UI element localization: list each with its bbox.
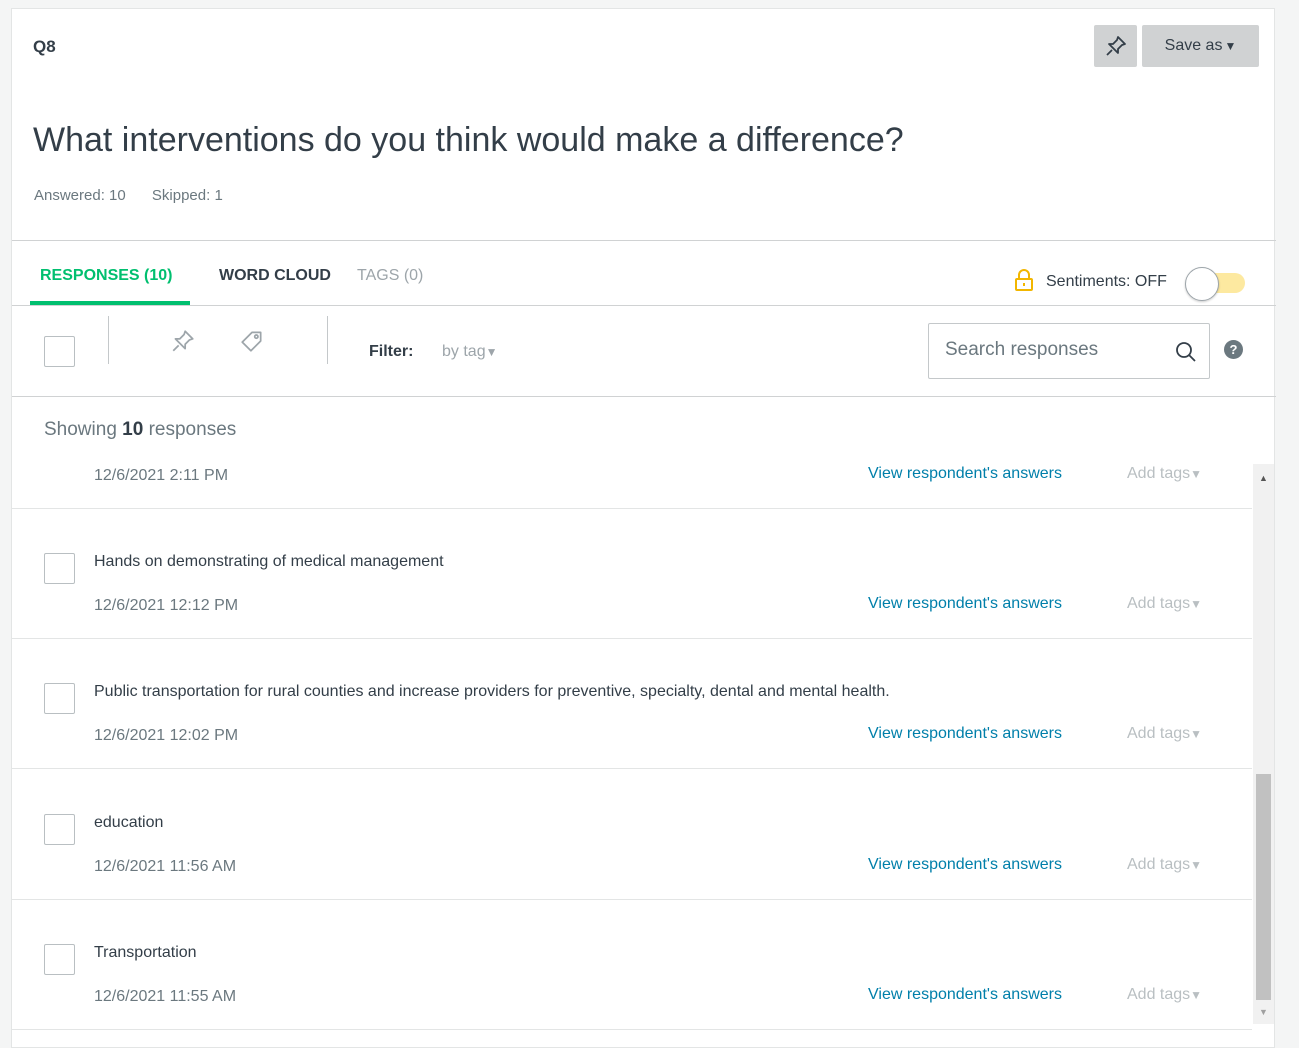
save-as-label: Save as [1164, 37, 1223, 54]
response-row: 12/6/2021 2:11 PM View respondent's answ… [12, 449, 1252, 509]
response-date: 12/6/2021 12:12 PM [94, 597, 239, 614]
response-checkbox[interactable] [44, 683, 75, 714]
pin-icon[interactable] [170, 328, 196, 354]
add-tags-dropdown[interactable]: Add tags▼ [1127, 856, 1202, 874]
response-list: 12/6/2021 2:11 PM View respondent's answ… [12, 449, 1252, 1041]
toggle-knob [1185, 267, 1219, 301]
question-title: What interventions do you think would ma… [33, 121, 904, 159]
showing-number: 10 [122, 419, 144, 440]
tab-word-cloud[interactable]: WORD CLOUD [219, 267, 331, 285]
view-answers-link[interactable]: View respondent's answers [868, 725, 1062, 743]
caret-down-icon: ▼ [1190, 467, 1203, 481]
filter-dropdown[interactable]: by tag▼ [442, 343, 497, 361]
skipped-count: Skipped: 1 [151, 187, 223, 204]
question-card: Q8 Save as ▼ What interventions do you t… [11, 8, 1276, 1048]
toolbar-divider [108, 316, 109, 364]
add-tags-dropdown[interactable]: Add tags▼ [1127, 986, 1202, 1004]
add-tags-label: Add tags [1127, 465, 1191, 482]
response-row: education 12/6/2021 11:56 AM View respon… [12, 770, 1252, 900]
scroll-down-arrow-icon[interactable]: ▼ [1253, 1004, 1274, 1020]
view-answers-link[interactable]: View respondent's answers [868, 595, 1062, 613]
showing-count: Showing 10 responses [44, 419, 236, 441]
scroll-thumb[interactable] [1256, 774, 1271, 1000]
caret-down-icon: ▼ [1190, 597, 1203, 611]
tab-tags[interactable]: TAGS (0) [357, 267, 423, 285]
pin-button[interactable] [1094, 25, 1137, 67]
tab-responses[interactable]: RESPONSES (10) [40, 267, 172, 285]
response-checkbox[interactable] [44, 814, 75, 845]
response-text: Transportation [94, 944, 197, 961]
filter-label: Filter: [369, 343, 414, 360]
help-icon[interactable]: ? [1224, 340, 1243, 359]
response-checkbox[interactable] [44, 553, 75, 584]
question-id: Q8 [33, 37, 56, 56]
response-text: Public transportation for rural counties… [94, 683, 890, 700]
sentiments-toggle[interactable] [1185, 267, 1249, 301]
caret-down-icon: ▼ [1190, 988, 1203, 1002]
response-stats: Answered: 10 Skipped: 1 [34, 187, 245, 204]
response-row: Public transportation for rural counties… [12, 639, 1252, 769]
add-tags-dropdown[interactable]: Add tags▼ [1127, 465, 1202, 483]
view-answers-link[interactable]: View respondent's answers [868, 856, 1062, 874]
showing-prefix: Showing [44, 419, 117, 440]
caret-down-icon: ▼ [1190, 727, 1203, 741]
sentiments-label: Sentiments: OFF [1046, 273, 1167, 290]
save-as-button[interactable]: Save as ▼ [1142, 25, 1259, 67]
response-row: Hands on demonstrating of medical manage… [12, 509, 1252, 639]
lock-icon [1015, 269, 1033, 291]
view-answers-link[interactable]: View respondent's answers [868, 986, 1062, 1004]
response-date: 12/6/2021 12:02 PM [94, 727, 239, 744]
search-icon[interactable] [1174, 340, 1198, 364]
tag-icon[interactable] [239, 328, 265, 354]
add-tags-label: Add tags [1127, 595, 1191, 612]
add-tags-dropdown[interactable]: Add tags▼ [1127, 595, 1202, 613]
add-tags-label: Add tags [1127, 856, 1191, 873]
view-answers-link[interactable]: View respondent's answers [868, 465, 1062, 483]
toolbar-divider [327, 316, 328, 364]
response-date: 12/6/2021 2:11 PM [94, 467, 229, 484]
response-checkbox[interactable] [44, 944, 75, 975]
tab-bar: RESPONSES (10) WORD CLOUD TAGS (0) Senti… [12, 241, 1276, 306]
divider [12, 396, 1276, 397]
search-input[interactable] [945, 339, 1165, 361]
caret-down-icon: ▼ [1224, 39, 1237, 53]
response-text: education [94, 814, 164, 831]
add-tags-label: Add tags [1127, 725, 1191, 742]
showing-suffix: responses [148, 419, 237, 440]
caret-down-icon: ▼ [1190, 858, 1203, 872]
scroll-up-arrow-icon[interactable]: ▲ [1253, 470, 1274, 486]
add-tags-label: Add tags [1127, 986, 1191, 1003]
response-date: 12/6/2021 11:55 AM [94, 988, 237, 1005]
response-toolbar: Filter: by tag▼ ? [12, 306, 1276, 396]
filter-value: by tag [442, 343, 486, 360]
search-box [928, 323, 1210, 379]
response-text: Hands on demonstrating of medical manage… [94, 553, 444, 570]
response-row: Transportation 12/6/2021 11:55 AM View r… [12, 900, 1252, 1030]
response-list-scrollbar[interactable]: ▲ ▼ [1253, 464, 1274, 1024]
response-date: 12/6/2021 11:56 AM [94, 858, 237, 875]
answered-count: Answered: 10 [34, 187, 126, 204]
caret-down-icon: ▼ [485, 345, 498, 359]
add-tags-dropdown[interactable]: Add tags▼ [1127, 725, 1202, 743]
pin-icon [1105, 36, 1126, 56]
select-all-checkbox[interactable] [44, 336, 75, 367]
